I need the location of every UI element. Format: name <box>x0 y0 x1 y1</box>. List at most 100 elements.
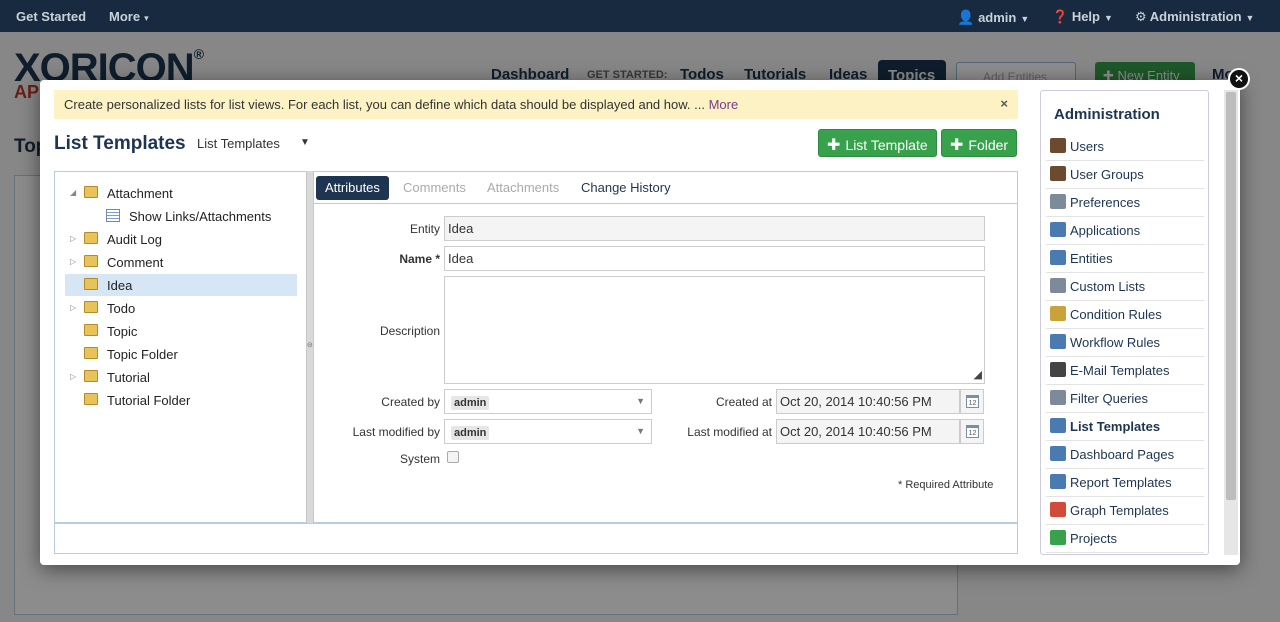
info-text: Create personalized lists for list views… <box>64 97 705 112</box>
required-note: * Required Attribute <box>898 479 994 491</box>
user-menu[interactable]: 👤 admin ▼ <box>957 9 1029 26</box>
close-icon[interactable]: × <box>1000 96 1008 111</box>
description-field[interactable]: ◢ <box>444 276 985 384</box>
name-field[interactable]: Idea <box>444 246 985 271</box>
calendar-day: 12 <box>966 395 979 408</box>
admin-item-label: Report Templates <box>1070 475 1172 490</box>
tree-item-label: Audit Log <box>107 232 162 247</box>
user-icon: 👤 <box>957 9 975 25</box>
admin-item-filter-queries[interactable]: Filter Queries <box>1046 385 1204 413</box>
workflow-icon <box>1050 334 1066 349</box>
tree-item-tutorial[interactable]: ▷ Tutorial <box>65 366 297 388</box>
admin-item-dashboard-pages[interactable]: Dashboard Pages <box>1046 441 1204 469</box>
tab-change-history[interactable]: Change History <box>572 176 680 200</box>
admin-item-custom-lists[interactable]: Custom Lists <box>1046 273 1204 301</box>
chevron-down-icon: ▾ <box>144 13 149 23</box>
folder-icon <box>82 186 98 200</box>
expand-icon[interactable]: ▷ <box>70 303 76 312</box>
tree-item-show-links-attachments[interactable]: Show Links/Attachments <box>65 205 297 227</box>
last-modified-by-value: admin <box>451 426 490 440</box>
admin-item-e-mail-templates[interactable]: E-Mail Templates <box>1046 357 1204 385</box>
calendar-icon[interactable]: 12 <box>960 389 984 414</box>
admin-item-label: Condition Rules <box>1070 307 1162 322</box>
admin-item-applications[interactable]: Applications <box>1046 217 1204 245</box>
tab-comments[interactable]: Comments <box>394 176 475 200</box>
admin-item-entities[interactable]: Entities <box>1046 245 1204 273</box>
template-tree: ◢ Attachment Show Links/Attachments ▷ Audit … <box>54 171 307 523</box>
administration-sidebar: Administration Users User Groups Preferenc… <box>1040 90 1209 555</box>
help-menu-label: Help <box>1071 9 1100 24</box>
tree-item-idea[interactable]: Idea <box>65 274 297 296</box>
pie-chart-icon <box>1050 502 1066 517</box>
splitter-grip-icon: ⊝ <box>307 342 313 349</box>
last-modified-by-select[interactable]: admin ▼ <box>444 419 652 444</box>
admin-item-label: List Templates <box>1070 419 1161 434</box>
folder-icon <box>82 324 98 338</box>
list-templates-selector[interactable]: List Templates ▼ <box>197 136 310 151</box>
more-menu[interactable]: More ▾ <box>109 9 149 24</box>
admin-item-condition-rules[interactable]: Condition Rules <box>1046 301 1204 329</box>
entity-field: Idea <box>444 216 985 241</box>
tree-item-topic-folder[interactable]: Topic Folder <box>65 343 297 365</box>
admin-item-list-templates[interactable]: List Templates <box>1046 413 1204 441</box>
help-icon: ❓ <box>1052 9 1069 24</box>
add-folder-label: Folder <box>968 137 1009 153</box>
chevron-down-icon: ▼ <box>1103 13 1113 23</box>
info-banner: Create personalized lists for list views… <box>54 90 1018 119</box>
calendar-icon[interactable]: 12 <box>960 419 984 444</box>
get-started-link[interactable]: Get Started <box>16 9 86 24</box>
admin-item-user-groups[interactable]: User Groups <box>1046 161 1204 189</box>
list-template-icon <box>106 209 120 222</box>
admin-item-projects[interactable]: Projects <box>1046 525 1204 553</box>
tree-item-audit-log[interactable]: ▷ Audit Log <box>65 228 297 250</box>
admin-item-label: E-Mail Templates <box>1070 363 1170 378</box>
tools-icon <box>1050 194 1066 209</box>
list-templates-dialog: Create personalized lists for list views… <box>40 80 1240 565</box>
folder-icon <box>82 255 98 269</box>
tree-item-label: Topic <box>107 324 138 339</box>
expand-icon[interactable]: ▷ <box>70 257 76 266</box>
plus-icon: ✚ <box>950 137 964 154</box>
report-icon <box>1050 474 1066 489</box>
last-modified-by-label: Last modified by <box>352 425 440 439</box>
tree-item-label: Comment <box>107 255 164 270</box>
created-by-select[interactable]: admin ▼ <box>444 389 652 414</box>
tree-item-label: Topic Folder <box>107 347 178 362</box>
created-by-label: Created by <box>381 395 440 409</box>
system-checkbox[interactable] <box>447 451 459 463</box>
tree-item-comment[interactable]: ▷ Comment <box>65 251 297 273</box>
admin-item-label: User Groups <box>1070 167 1144 182</box>
sidebar-scrollbar[interactable] <box>1224 90 1238 555</box>
tab-attachments[interactable]: Attachments <box>478 176 568 200</box>
resize-handle-icon[interactable]: ◢ <box>974 368 982 381</box>
tree-item-topic[interactable]: Topic <box>65 320 297 342</box>
tree-item-todo[interactable]: ▷ Todo <box>65 297 297 319</box>
tree-item-attachment[interactable]: ◢ Attachment <box>65 182 297 204</box>
filter-icon <box>1050 390 1066 405</box>
chevron-down-icon: ▼ <box>1020 14 1030 24</box>
expand-icon[interactable]: ▷ <box>70 234 76 243</box>
folder-icon <box>82 301 98 315</box>
info-more-link[interactable]: More <box>709 97 739 112</box>
tree-item-tutorial-folder[interactable]: Tutorial Folder <box>65 389 297 411</box>
scrollbar-thumb[interactable] <box>1226 92 1236 500</box>
admin-item-report-templates[interactable]: Report Templates <box>1046 469 1204 497</box>
admin-item-users[interactable]: Users <box>1046 133 1204 161</box>
calendar-day: 12 <box>966 425 979 438</box>
top-navigation-bar: Get Started More ▾ 👤 admin ▼ ❓ Help ▼ ⚙ Adm… <box>0 0 1280 32</box>
administration-menu[interactable]: ⚙ Administration ▼ <box>1135 9 1254 25</box>
admin-item-preferences[interactable]: Preferences <box>1046 189 1204 217</box>
add-folder-button[interactable]: ✚ Folder <box>941 129 1018 157</box>
admin-item-workflow-rules[interactable]: Workflow Rules <box>1046 329 1204 357</box>
collapse-icon[interactable]: ◢ <box>70 188 76 197</box>
folder-icon <box>82 347 98 361</box>
panel-splitter[interactable]: ⊝ <box>306 171 313 523</box>
close-dialog-button[interactable]: × <box>1228 68 1250 90</box>
admin-item-graph-templates[interactable]: Graph Templates <box>1046 497 1204 525</box>
help-menu[interactable]: ❓ Help ▼ <box>1052 9 1113 25</box>
add-list-template-button[interactable]: ✚ List Template <box>818 129 937 157</box>
selector-value: List Templates <box>197 136 280 151</box>
admin-item-label: Workflow Rules <box>1070 335 1161 350</box>
expand-icon[interactable]: ▷ <box>70 372 76 381</box>
tab-attributes[interactable]: Attributes <box>316 176 389 200</box>
